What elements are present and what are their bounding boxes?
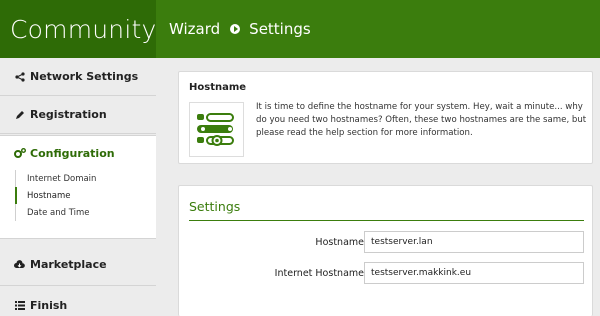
share-icon [13,71,26,82]
breadcrumb: Wizard Settings [156,0,600,58]
sidebar-item-registration[interactable]: Registration [0,96,156,134]
sidebar-item-label: Finish [30,298,68,312]
hostname-label: Hostname [315,236,364,248]
hostname-toggle-illustration-icon [189,102,244,157]
subnav-internet-domain[interactable]: Internet Domain [16,170,156,187]
hostname-row: Hostname [179,231,594,253]
pencil-icon [13,110,26,120]
sidebar-item-network-settings[interactable]: Network Settings [0,58,156,96]
main-content: Hostname It is time to define the hostna… [156,58,600,316]
internet-hostname-input[interactable] [364,262,584,284]
subnav-date-and-time[interactable]: Date and Time [16,204,156,221]
list-icon [13,300,26,310]
panel-title: Hostname [189,82,247,93]
breadcrumb-settings: Settings [249,20,311,38]
chevron-right-circle-icon [230,24,241,34]
sidebar-item-label: Configuration [30,146,115,160]
hostname-input[interactable] [364,231,584,253]
sidebar-item-label: Registration [30,108,107,121]
sidebar-item-label: Marketplace [30,258,107,271]
sidebar-item-finish[interactable]: Finish [0,286,156,316]
sidebar-item-marketplace[interactable]: Marketplace [0,244,156,286]
sidebar: Network Settings Registration Configurat… [0,58,156,316]
configuration-subnav: Internet Domain Hostname Date and Time [15,170,156,221]
settings-title: Settings [189,199,241,214]
internet-hostname-label: Internet Hostname [274,267,364,279]
internet-hostname-row: Internet Hostname [179,262,594,284]
sidebar-item-label: Network Settings [30,70,139,83]
sidebar-item-configuration: Configuration Internet Domain Hostname D… [0,135,156,239]
cloud-download-icon [13,260,26,269]
subnav-hostname[interactable]: Hostname [15,187,156,204]
top-header: Community Wizard Settings [0,0,600,58]
panel-description: It is time to define the hostname for yo… [256,102,587,138]
gears-icon [13,148,26,158]
breadcrumb-wizard[interactable]: Wizard [169,20,220,38]
settings-panel: Settings Hostname Internet Hostname [178,185,593,316]
sidebar-item-configuration-head[interactable]: Configuration [0,136,156,170]
brand-title[interactable]: Community [0,0,156,58]
hostname-intro-panel: Hostname It is time to define the hostna… [178,71,593,164]
settings-divider [189,220,584,221]
